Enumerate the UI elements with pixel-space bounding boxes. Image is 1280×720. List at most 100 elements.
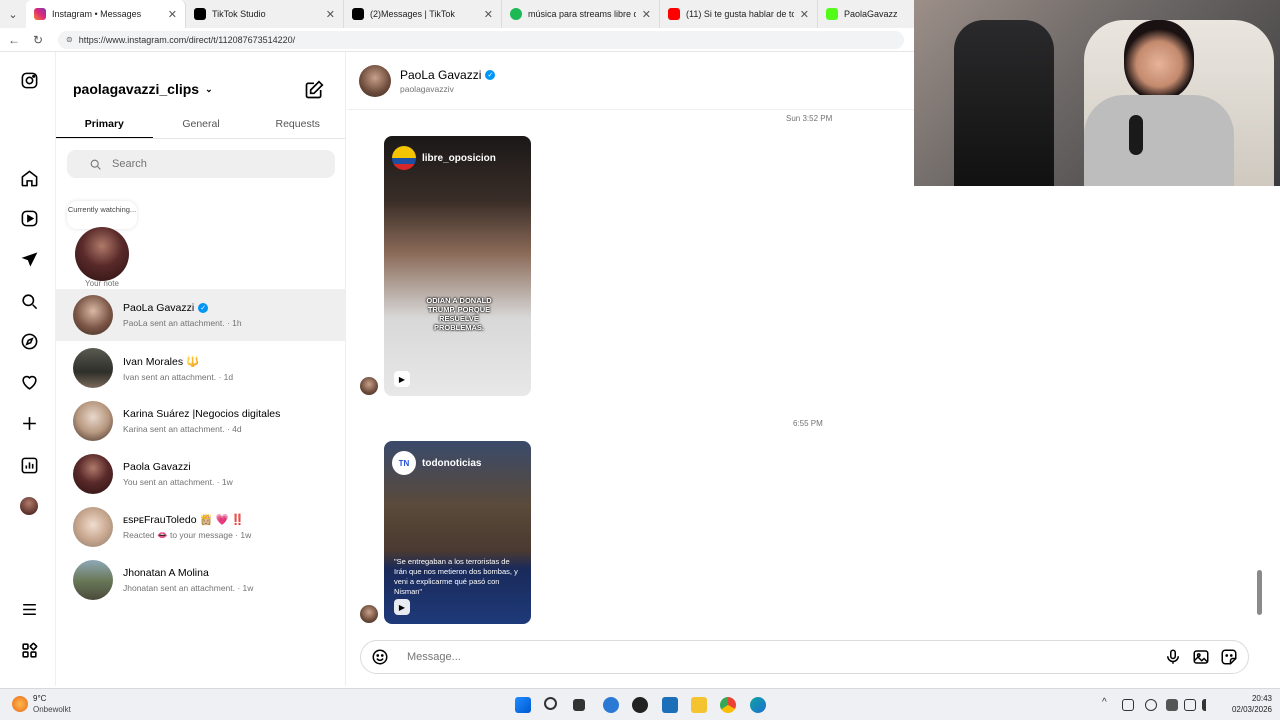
- your-note-avatar[interactable]: [75, 227, 129, 281]
- dashboard-icon[interactable]: [18, 454, 40, 476]
- avatar: [73, 454, 113, 494]
- search-input[interactable]: Search: [67, 150, 335, 178]
- chat-scrollbar[interactable]: [1257, 570, 1262, 615]
- microphone: [1129, 115, 1143, 155]
- store-icon[interactable]: [662, 697, 678, 713]
- start-windows-icon[interactable]: [515, 697, 531, 713]
- browser-tab-music[interactable]: música para streams libre de copy ✕: [502, 0, 660, 28]
- explore-icon[interactable]: [18, 330, 40, 352]
- thread-name: PaoLa Gavazzi ✓: [123, 302, 242, 314]
- message-timestamp: 6:55 PM: [793, 419, 823, 428]
- thread-item[interactable]: Jhonatan A Molina Jhonatan sent an attac…: [56, 554, 346, 606]
- file-explorer-icon[interactable]: [691, 697, 707, 713]
- refresh-icon[interactable]: ↻: [26, 33, 50, 47]
- thread-name: Ivan Morales 🔱: [123, 355, 200, 368]
- show-hidden-icons-icon[interactable]: ^: [1102, 697, 1107, 708]
- thread-preview: Ivan sent an attachment. · 1d: [123, 371, 234, 382]
- webcam-overlay: [914, 0, 1280, 186]
- tab-primary[interactable]: Primary: [56, 110, 153, 138]
- thread-preview: PaoLa sent an attachment. · 1h: [123, 318, 242, 328]
- back-arrow-icon[interactable]: ←: [2, 33, 26, 47]
- streamer-face: [1124, 20, 1194, 100]
- post-caption: ODIAN A DONALD TRUMP, PORQUE RESUELVE PR…: [426, 296, 492, 332]
- thread-item[interactable]: Paola Gavazzi You sent an attachment. · …: [56, 448, 346, 500]
- kick-favicon-icon: [826, 8, 838, 20]
- source-avatar: [392, 146, 416, 170]
- tab-requests[interactable]: Requests: [249, 110, 346, 138]
- weather-desc[interactable]: Onbewolkt: [33, 705, 71, 714]
- thread-name: Karina Suárez |Negocios digitales: [123, 408, 281, 420]
- play-icon: ▶: [394, 371, 410, 387]
- inbox-panel: paolagavazzi_clips ⌄ Primary General Req…: [56, 52, 346, 686]
- create-plus-icon[interactable]: [18, 412, 40, 434]
- play-icon: ▶: [394, 599, 410, 615]
- gaming-chair: [954, 20, 1054, 186]
- tab-title: (2)Messages | TikTok: [370, 9, 455, 19]
- chrome-icon[interactable]: [720, 697, 736, 713]
- thread-item[interactable]: ᴇsᴘᴇFrauToledo 👸🏼 💗 ‼️ Reacted 👄 to your…: [56, 501, 346, 553]
- shared-reel-post[interactable]: TN todonoticias "Se entregaban a los ter…: [384, 441, 531, 624]
- battery-icon[interactable]: [1184, 699, 1196, 711]
- close-tab-icon[interactable]: ✕: [168, 8, 177, 21]
- tab-list-chevron-icon[interactable]: ⌄: [0, 0, 26, 28]
- weather-temp[interactable]: 9°C: [33, 694, 46, 703]
- note-bubble[interactable]: Currently watching...: [67, 201, 137, 229]
- sticker-icon[interactable]: [1220, 648, 1238, 666]
- thread-item[interactable]: Ivan Morales 🔱 Ivan sent an attachment. …: [56, 342, 346, 394]
- browser-tab-kick[interactable]: PaolaGavazzi Stream: [818, 0, 906, 28]
- home-icon[interactable]: [18, 167, 40, 189]
- thread-item[interactable]: Karina Suárez |Negocios digitales Karina…: [56, 395, 346, 447]
- task-view-icon[interactable]: [573, 699, 585, 711]
- network-icon[interactable]: [1166, 699, 1178, 711]
- your-note-label: Your note: [85, 279, 119, 288]
- notifications-heart-icon[interactable]: [18, 371, 40, 393]
- url-field[interactable]: ⊜ https://www.instagram.com/direct/t/112…: [58, 30, 904, 49]
- close-tab-icon[interactable]: ✕: [484, 8, 493, 21]
- chat-username: paolagavazziv: [400, 84, 454, 94]
- site-info-icon[interactable]: ⊜: [66, 35, 73, 44]
- profile-avatar-icon[interactable]: [18, 495, 40, 517]
- new-message-icon[interactable]: [304, 80, 324, 100]
- edge-icon[interactable]: [750, 697, 766, 713]
- search-icon[interactable]: [544, 697, 557, 710]
- post-source: TN todonoticias: [392, 451, 481, 475]
- close-tab-icon[interactable]: ✕: [642, 8, 651, 21]
- clock-date[interactable]: 02/03/2026: [1222, 705, 1272, 714]
- windows-taskbar: 9°C Onbewolkt ^ 20:43 02/03/2026: [0, 688, 1280, 720]
- browser-tab-tiktok-studio[interactable]: TikTok Studio ✕: [186, 0, 344, 28]
- close-tab-icon[interactable]: ✕: [800, 8, 809, 21]
- more-menu-icon[interactable]: [18, 598, 40, 620]
- tray-app-icon[interactable]: [1145, 699, 1157, 711]
- emoji-icon[interactable]: [371, 648, 389, 666]
- streamer-shirt: [1084, 95, 1234, 186]
- thread-preview: You sent an attachment. · 1w: [123, 477, 233, 487]
- chat-avatar[interactable]: [359, 65, 391, 97]
- tray-app-icon[interactable]: [1122, 699, 1134, 711]
- volume-icon[interactable]: [1202, 699, 1214, 711]
- tabs-divider: [56, 138, 346, 139]
- app-icon[interactable]: [603, 697, 619, 713]
- browser-tab-youtube[interactable]: (11) Si te gusta hablar de todo un ✕: [660, 0, 818, 28]
- also-from-meta-icon[interactable]: [18, 639, 40, 661]
- image-upload-icon[interactable]: [1192, 648, 1210, 666]
- app-icon[interactable]: [632, 697, 648, 713]
- thread-preview: Reacted 👄 to your message · 1w: [123, 530, 252, 540]
- browser-tab-instagram[interactable]: Instagram • Messages ✕: [26, 0, 186, 28]
- thread-item[interactable]: PaoLa Gavazzi ✓ PaoLa sent an attachment.…: [56, 289, 346, 341]
- browser-tab-bar: ⌄ Instagram • Messages ✕ TikTok Studio ✕…: [0, 0, 914, 28]
- clock-time[interactable]: 20:43: [1228, 694, 1272, 703]
- account-switcher[interactable]: paolagavazzi_clips ⌄: [73, 81, 213, 97]
- instagram-sidebar: [0, 52, 56, 686]
- tab-general[interactable]: General: [153, 110, 250, 138]
- instagram-logo-icon[interactable]: [18, 69, 40, 91]
- chat-name[interactable]: PaoLa Gavazzi ✓: [400, 68, 496, 82]
- search-icon[interactable]: [18, 290, 40, 312]
- microphone-icon[interactable]: [1164, 648, 1182, 666]
- reels-icon[interactable]: [18, 207, 40, 229]
- message-input[interactable]: [407, 651, 1164, 663]
- messages-icon[interactable]: [18, 248, 40, 270]
- shared-reel-post[interactable]: libre_oposicion ODIAN A DONALD TRUMP, PO…: [384, 136, 531, 396]
- browser-tab-tiktok-messages[interactable]: (2)Messages | TikTok ✕: [344, 0, 502, 28]
- close-tab-icon[interactable]: ✕: [326, 8, 335, 21]
- weather-icon[interactable]: [12, 696, 28, 712]
